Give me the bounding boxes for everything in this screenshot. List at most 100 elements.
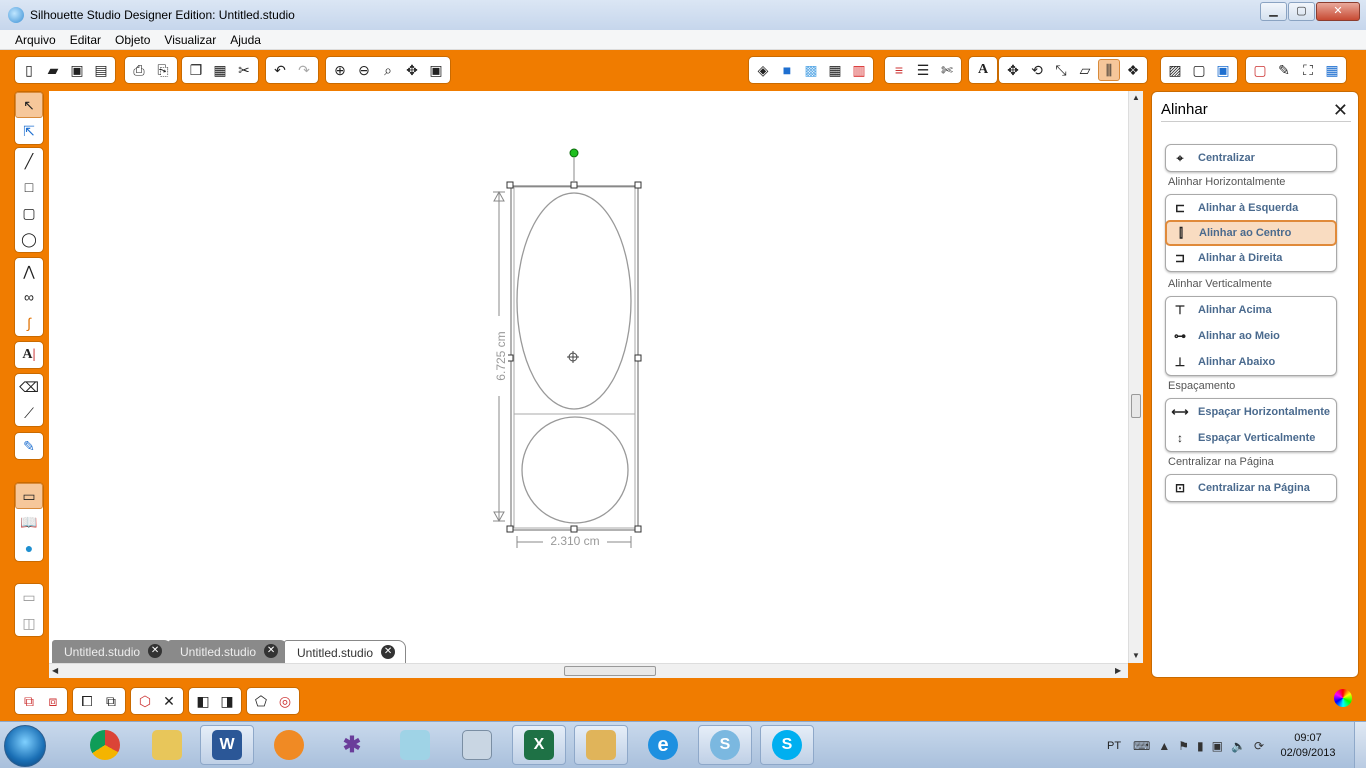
- volume-icon[interactable]: 🔈: [1231, 739, 1246, 753]
- tab-untitled-3[interactable]: Untitled.studio ✕: [284, 640, 407, 663]
- vertical-scroll-thumb[interactable]: [1131, 394, 1141, 418]
- undo-icon[interactable]: ↶: [269, 59, 291, 81]
- maximize-button[interactable]: ▢: [1288, 2, 1315, 21]
- show-desktop-button[interactable]: [1354, 722, 1366, 768]
- zoom-in-icon[interactable]: ⊕: [329, 59, 351, 81]
- edit-points-icon[interactable]: ⇱: [15, 118, 43, 144]
- language-indicator[interactable]: PT: [1107, 740, 1121, 752]
- fill-gradient-icon[interactable]: ▩: [800, 59, 822, 81]
- sync-icon[interactable]: ⟳: [1254, 739, 1264, 753]
- cut-style-icon[interactable]: ✄: [936, 59, 958, 81]
- network-icon[interactable]: ▣: [1212, 739, 1223, 753]
- cut-icon[interactable]: ✂: [233, 59, 255, 81]
- text-tool-icon[interactable]: A |: [15, 342, 43, 368]
- rounded-rect-tool-icon[interactable]: ▢: [15, 200, 43, 226]
- tab-close-icon[interactable]: ✕: [148, 644, 163, 658]
- paste-icon[interactable]: ▦: [209, 59, 231, 81]
- release-compound-icon[interactable]: ⧉: [100, 690, 122, 712]
- align-middle-button[interactable]: ⊶ Alinhar ao Meio: [1166, 323, 1336, 349]
- silhouette-store-icon[interactable]: ●: [15, 535, 43, 561]
- group-icon[interactable]: ⧉: [18, 690, 40, 712]
- scroll-down-icon[interactable]: ▼: [1132, 651, 1140, 660]
- centralizar-button[interactable]: ⌖ Centralizar: [1166, 145, 1336, 171]
- align-right-button[interactable]: ⊐ Alinhar à Direita: [1166, 245, 1336, 271]
- line-color-icon[interactable]: ▥: [848, 59, 870, 81]
- flag-icon[interactable]: ⚑: [1178, 739, 1189, 753]
- scroll-left-icon[interactable]: ◀: [52, 666, 58, 675]
- open-file-icon[interactable]: ▰: [42, 59, 64, 81]
- menu-objeto[interactable]: Objeto: [108, 33, 157, 47]
- fill-color-icon[interactable]: ■: [776, 59, 798, 81]
- scroll-right-icon[interactable]: ▶: [1115, 666, 1121, 675]
- make-compound-icon[interactable]: ⧠: [76, 690, 98, 712]
- clock[interactable]: 09:07 02/09/2013: [1272, 731, 1344, 761]
- line-weight-icon[interactable]: ☰: [912, 59, 934, 81]
- vertical-scrollbar[interactable]: ▲ ▼: [1128, 91, 1143, 663]
- library-icon[interactable]: ▨: [1164, 59, 1186, 81]
- replicate-icon[interactable]: ❖: [1122, 59, 1144, 81]
- copy-icon[interactable]: ❐: [185, 59, 207, 81]
- freehand-tool-icon[interactable]: ∫: [15, 310, 43, 336]
- design-area-icon[interactable]: ▭: [15, 483, 43, 509]
- menu-arquivo[interactable]: Arquivo: [8, 33, 63, 47]
- align-icon[interactable]: ⫼: [1098, 59, 1120, 81]
- redo-icon[interactable]: ↷: [293, 59, 315, 81]
- zoom-select-icon[interactable]: ⌕: [377, 59, 399, 81]
- curve-tool-icon[interactable]: ∞: [15, 284, 43, 310]
- ellipse-shape[interactable]: [516, 192, 632, 410]
- align-center-button[interactable]: ⫿ Alinhar ao Centro: [1165, 220, 1337, 246]
- keyboard-icon[interactable]: ⌨: [1133, 739, 1150, 753]
- scale-icon[interactable]: ⤡: [1050, 59, 1072, 81]
- taskbar-spider[interactable]: ✱: [325, 725, 379, 765]
- pen-icon[interactable]: ✎: [1273, 59, 1295, 81]
- center-page-button[interactable]: ⊡ Centralizar na Página: [1166, 475, 1336, 501]
- text-style-icon[interactable]: A: [972, 59, 994, 81]
- design-canvas[interactable]: 6.725 cm 2.310 cm: [49, 91, 1128, 678]
- space-horizontal-button[interactable]: ⟷ Espaçar Horizontalmente: [1166, 399, 1336, 425]
- taskbar-silhouette[interactable]: S: [698, 725, 752, 765]
- close-button[interactable]: ✕: [1316, 2, 1360, 21]
- rectangle-shape[interactable]: [513, 186, 636, 415]
- trace-icon[interactable]: ▢: [1188, 59, 1210, 81]
- taskbar-excel[interactable]: X: [512, 725, 566, 765]
- tab-untitled-2[interactable]: Untitled.studio ✕: [168, 640, 289, 663]
- save-to-library-icon[interactable]: ▤: [90, 59, 112, 81]
- polygon-tool-icon[interactable]: ⋀: [15, 258, 43, 284]
- menu-ajuda[interactable]: Ajuda: [223, 33, 268, 47]
- fill-pattern-icon[interactable]: ▦: [824, 59, 846, 81]
- show-hidden-icon[interactable]: ▲: [1158, 739, 1170, 753]
- rectangle-tool-icon[interactable]: □: [15, 174, 43, 200]
- taskbar-ie[interactable]: e: [636, 725, 690, 765]
- taskbar-notepad[interactable]: [388, 725, 442, 765]
- offset-target-icon[interactable]: ◎: [274, 690, 296, 712]
- save-icon[interactable]: ▣: [66, 59, 88, 81]
- grid-icon[interactable]: ▦: [1321, 59, 1343, 81]
- horizontal-scroll-thumb[interactable]: [564, 666, 656, 676]
- taskbar-folder[interactable]: [574, 725, 628, 765]
- delete-icon[interactable]: ✕: [158, 690, 180, 712]
- battery-icon[interactable]: ▮: [1197, 739, 1204, 753]
- ellipse-tool-icon[interactable]: ◯: [15, 226, 43, 252]
- library-book-icon[interactable]: 📖: [15, 509, 43, 535]
- rectangle-shape-lower[interactable]: [513, 413, 636, 529]
- taskbar-chrome[interactable]: [78, 725, 132, 765]
- zoom-out-icon[interactable]: ⊖: [353, 59, 375, 81]
- ungroup-icon[interactable]: ⧈: [42, 690, 64, 712]
- horizontal-scrollbar[interactable]: ◀ ▶: [49, 663, 1128, 678]
- start-button[interactable]: [4, 725, 46, 767]
- rotate-handle[interactable]: [569, 148, 579, 158]
- taskbar-calculator[interactable]: [450, 725, 504, 765]
- rotate-icon[interactable]: ⟲: [1026, 59, 1048, 81]
- shear-icon[interactable]: ▱: [1074, 59, 1096, 81]
- send-to-cutter-icon[interactable]: ⎘: [152, 59, 174, 81]
- knife-icon[interactable]: ⟋: [15, 400, 43, 426]
- circle-shape[interactable]: [521, 416, 629, 524]
- select-arrow-icon[interactable]: ↖: [15, 92, 43, 118]
- fullscreen-icon[interactable]: ⛶: [1297, 59, 1319, 81]
- page-setup-icon[interactable]: ▢: [1249, 59, 1271, 81]
- color-wheel-icon[interactable]: [1334, 689, 1352, 707]
- scroll-up-icon[interactable]: ▲: [1132, 93, 1140, 102]
- print-icon[interactable]: ⎙: [128, 59, 150, 81]
- single-view-icon[interactable]: ▭: [15, 584, 43, 610]
- taskbar-explorer[interactable]: [140, 725, 194, 765]
